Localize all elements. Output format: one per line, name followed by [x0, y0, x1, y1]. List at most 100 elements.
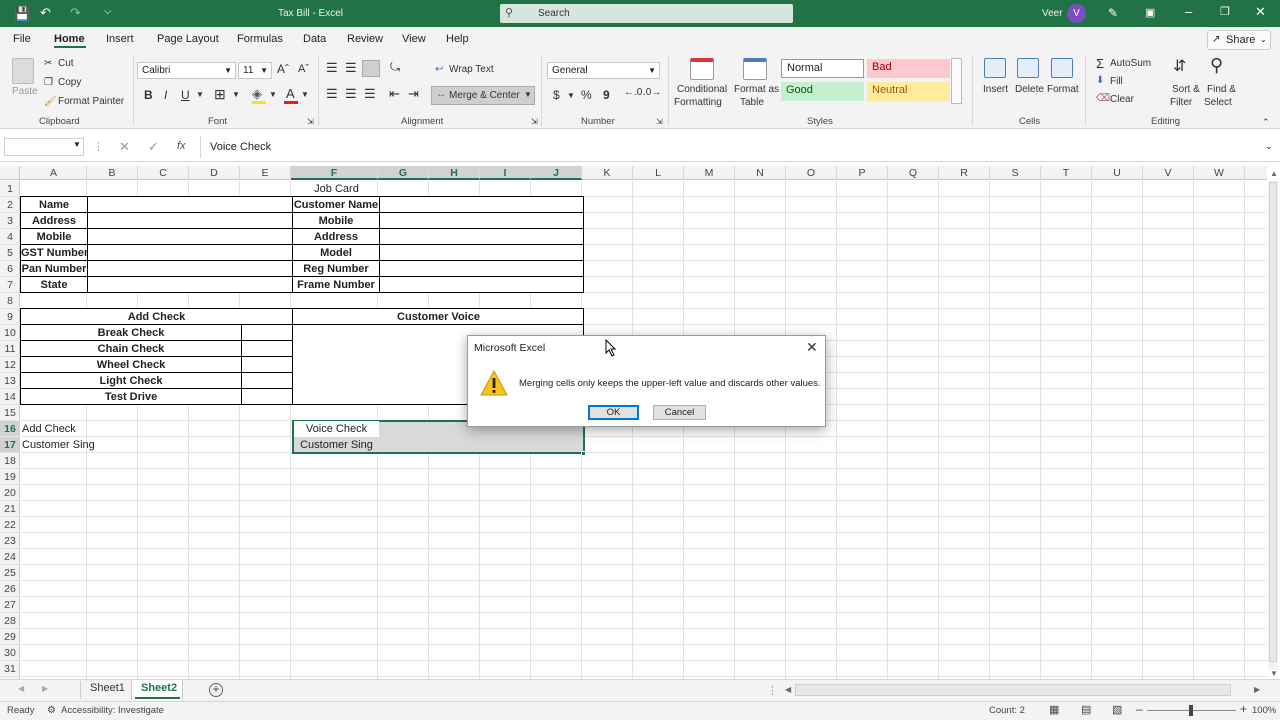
horizontal-scrollbar[interactable] — [795, 684, 1231, 696]
menu-formulas[interactable]: Formulas — [237, 33, 283, 45]
delete-cells-icon[interactable] — [1017, 58, 1039, 78]
format-as-label[interactable]: Format as — [734, 84, 779, 95]
cell-job-card[interactable]: Job Card — [293, 181, 380, 197]
next-sheet-icon[interactable]: ▶ — [42, 684, 48, 693]
column-header-v[interactable]: V — [1143, 166, 1194, 180]
label-customer-address[interactable]: Address — [293, 229, 379, 245]
conditional-label[interactable]: Conditional — [677, 84, 727, 95]
row-header-17[interactable]: 17 — [0, 437, 20, 453]
chevron-down-icon[interactable]: ▼ — [567, 91, 575, 100]
wrap-text-button[interactable]: Wrap Text — [449, 64, 494, 75]
decrease-font-icon[interactable]: Aˇ — [298, 63, 309, 75]
table-label[interactable]: Table — [740, 97, 764, 108]
customize-qat-icon[interactable]: ⌵ — [104, 6, 112, 17]
italic-button[interactable]: I — [164, 88, 167, 102]
cell-a17[interactable]: Customer Sing — [22, 437, 142, 453]
align-right-icon[interactable]: ☰ — [364, 86, 376, 102]
top-align-icon[interactable]: ☰ — [326, 60, 338, 76]
check-light[interactable]: Light Check — [21, 373, 241, 389]
label-state[interactable]: State — [21, 277, 87, 293]
accessibility-status[interactable]: Accessibility: Investigate — [61, 705, 164, 716]
paste-button[interactable]: Paste — [12, 86, 38, 97]
column-header-m[interactable]: M — [684, 166, 735, 180]
column-header-h[interactable]: H — [429, 166, 480, 180]
column-header-g[interactable]: G — [378, 166, 429, 180]
confirm-entry-icon[interactable]: ✓ — [148, 139, 159, 155]
menu-home[interactable]: Home — [54, 33, 85, 45]
zoom-in-icon[interactable]: + — [1240, 702, 1247, 716]
fill-handle[interactable] — [581, 451, 586, 456]
avatar[interactable]: V — [1067, 4, 1086, 23]
increase-font-icon[interactable]: Aˆ — [277, 62, 289, 76]
scroll-left-icon[interactable]: ◀ — [785, 685, 791, 694]
row-header-13[interactable]: 13 — [0, 373, 20, 389]
label-model[interactable]: Model — [293, 245, 379, 261]
column-header-o[interactable]: O — [786, 166, 837, 180]
row-header-21[interactable]: 21 — [0, 501, 20, 517]
page-break-view-icon[interactable]: ▧ — [1112, 703, 1122, 716]
close-icon[interactable]: ✕ — [1255, 4, 1266, 20]
format-as-table-icon[interactable] — [743, 58, 767, 80]
middle-align-icon[interactable]: ☰ — [345, 60, 357, 76]
label-customer-mobile[interactable]: Mobile — [293, 213, 379, 229]
collapse-ribbon-icon[interactable]: ⌃ — [1262, 117, 1270, 128]
check-break[interactable]: Break Check — [21, 325, 241, 341]
expand-formula-icon[interactable]: ⌄ — [1265, 141, 1273, 152]
row-header-2[interactable]: 2 — [0, 197, 20, 213]
row-header-1[interactable]: 1 — [0, 181, 20, 197]
row-header-16[interactable]: 16 — [0, 421, 20, 437]
row-header-27[interactable]: 27 — [0, 597, 20, 613]
wrap-text-icon[interactable]: ↩ — [435, 64, 443, 75]
fill-color-icon[interactable]: ◈ — [252, 86, 262, 102]
column-header-t[interactable]: T — [1041, 166, 1092, 180]
insert-function-icon[interactable]: fx — [177, 140, 186, 152]
accessibility-icon[interactable]: ⚙ — [47, 705, 56, 716]
prev-sheet-icon[interactable]: ◀ — [18, 684, 24, 693]
column-header-p[interactable]: P — [837, 166, 888, 180]
row-header-5[interactable]: 5 — [0, 245, 20, 261]
row-header-4[interactable]: 4 — [0, 229, 20, 245]
column-header-b[interactable]: B — [87, 166, 138, 180]
zoom-level[interactable]: 100% — [1252, 705, 1276, 716]
normal-view-icon[interactable]: ▦ — [1049, 703, 1059, 716]
bold-button[interactable]: B — [144, 88, 153, 102]
vertical-scroll-thumb[interactable] — [1269, 182, 1277, 662]
select-all-button[interactable] — [0, 166, 20, 180]
orientation-icon[interactable]: ⤿ — [390, 60, 400, 75]
percent-button[interactable]: % — [581, 88, 592, 102]
label-customer-name[interactable]: Customer Name — [293, 197, 379, 213]
share-button[interactable]: ↗ Share ⌄ — [1207, 30, 1271, 50]
ok-button[interactable]: OK — [588, 405, 639, 420]
menu-data[interactable]: Data — [303, 33, 326, 45]
undo-icon[interactable]: ↶ — [40, 5, 51, 21]
copy-button[interactable]: Copy — [58, 77, 81, 88]
label-pan-number[interactable]: Pan Number — [21, 261, 87, 277]
label-name[interactable]: Name — [21, 197, 87, 213]
chevron-down-icon[interactable]: ▼ — [232, 90, 240, 99]
find-select-button[interactable]: Find & — [1207, 84, 1236, 95]
add-sheet-icon[interactable]: + — [209, 683, 223, 697]
font-size-select[interactable]: 11 ▼ — [238, 62, 272, 79]
clear-button[interactable]: Clear — [1110, 94, 1134, 105]
fill-button[interactable]: Fill — [1110, 76, 1123, 87]
label-reg-number[interactable]: Reg Number — [293, 261, 379, 277]
ribbon-display-icon[interactable]: ▣ — [1145, 6, 1155, 19]
menu-review[interactable]: Review — [347, 33, 383, 45]
chevron-down-icon[interactable]: ▼ — [196, 90, 204, 99]
currency-button[interactable]: $ — [553, 88, 560, 102]
align-left-icon[interactable]: ☰ — [326, 86, 338, 102]
row-header-30[interactable]: 30 — [0, 645, 20, 661]
column-header-i[interactable]: I — [480, 166, 531, 180]
row-header-10[interactable]: 10 — [0, 325, 20, 341]
tab-splitter-icon[interactable]: ⋮ — [767, 684, 778, 697]
row-header-24[interactable]: 24 — [0, 549, 20, 565]
cancel-entry-icon[interactable]: ✕ — [119, 139, 130, 155]
insert-button[interactable]: Insert — [983, 84, 1008, 95]
sheet-tab-sheet1[interactable]: Sheet1 — [90, 682, 125, 694]
decrease-indent-icon[interactable]: ⇤ — [389, 86, 400, 102]
row-header-18[interactable]: 18 — [0, 453, 20, 469]
style-bad[interactable]: Bad — [867, 59, 950, 78]
sort-filter-icon[interactable]: ⇵ — [1173, 56, 1186, 76]
cut-icon[interactable]: ✂ — [44, 58, 52, 69]
bottom-align-button[interactable] — [362, 60, 380, 77]
